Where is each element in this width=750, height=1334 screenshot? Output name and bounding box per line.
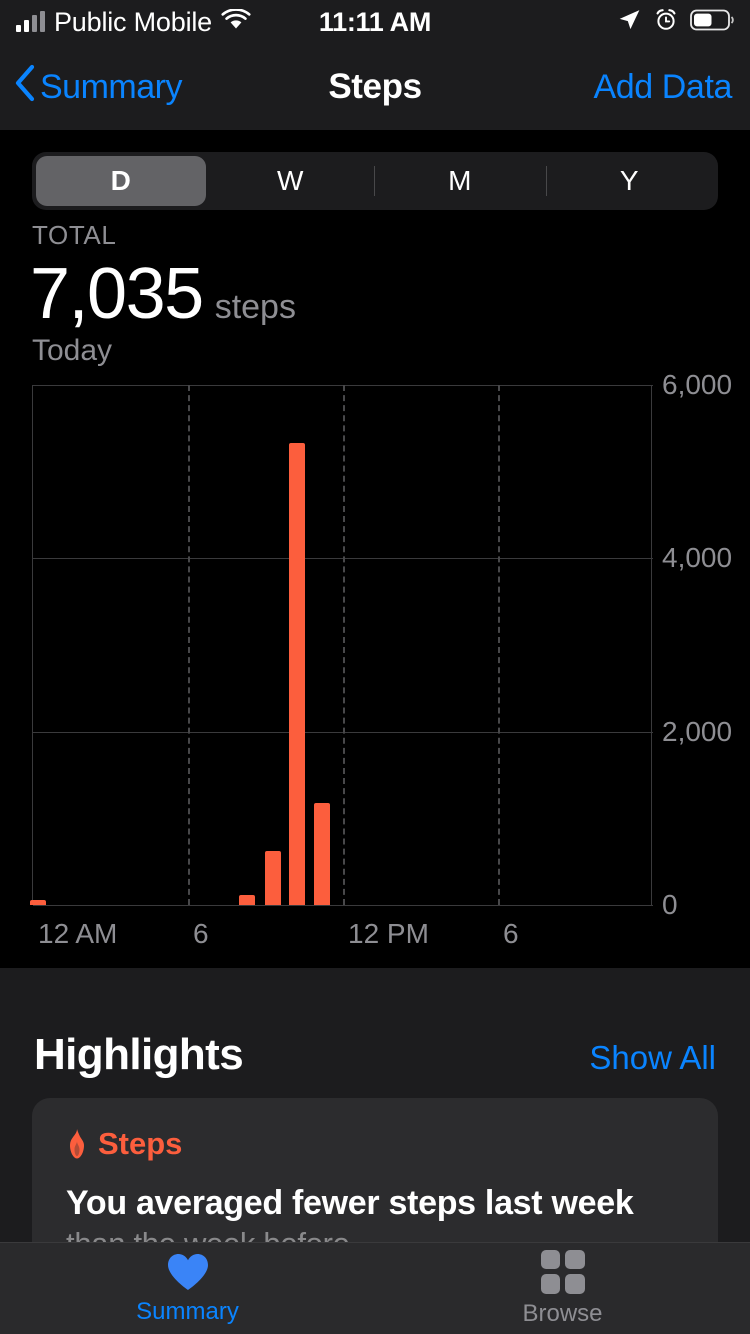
segment-week[interactable]: W — [206, 156, 376, 206]
total-value: 7,035 — [30, 254, 204, 334]
tab-browse-label: Browse — [522, 1299, 603, 1327]
chart-bar[interactable] — [239, 895, 256, 905]
segment-divider — [374, 166, 375, 196]
status-bar-right — [617, 7, 736, 37]
tab-bar: Summary Browse — [0, 1242, 750, 1334]
segment-divider — [546, 166, 547, 196]
health-steps-screen: Public Mobile 11:11 AM Summary Steps Add… — [0, 0, 750, 1334]
navigation-bar: Summary Steps Add Data — [0, 44, 750, 130]
chart-y-tick-label: 2,000 — [662, 715, 733, 747]
total-row: 7,035 steps — [30, 258, 296, 330]
total-unit: steps — [214, 288, 296, 326]
heart-icon — [166, 1252, 210, 1292]
grid-squares-icon — [540, 1249, 585, 1294]
tab-browse[interactable]: Browse — [375, 1243, 750, 1334]
time-range-segmented-control[interactable]: D W M Y — [32, 152, 718, 210]
total-label: TOTAL — [32, 220, 117, 250]
battery-icon — [690, 8, 736, 37]
chart-x-tick-label: 6 — [193, 918, 209, 949]
highlight-category: Steps — [66, 1126, 182, 1162]
status-bar: Public Mobile 11:11 AM — [0, 0, 750, 44]
segment-day[interactable]: D — [36, 156, 206, 206]
chart-bar[interactable] — [288, 443, 305, 905]
chart-bar[interactable] — [314, 802, 331, 905]
show-all-button[interactable]: Show All — [589, 1039, 716, 1077]
chart-bar[interactable] — [265, 851, 282, 905]
chart-x-tick-label: 6 — [503, 918, 519, 949]
highlight-headline: You averaged fewer steps last week — [66, 1184, 634, 1222]
chart-x-tick-label: 12 PM — [348, 918, 429, 949]
highlights-header: Highlights Show All — [0, 1030, 750, 1080]
chart-plot-area — [30, 385, 653, 906]
location-arrow-icon — [617, 7, 642, 37]
alarm-clock-icon — [654, 8, 678, 37]
chart-gridline-vertical — [188, 385, 190, 905]
tab-summary-label: Summary — [136, 1297, 239, 1325]
segment-year[interactable]: Y — [545, 156, 715, 206]
add-data-button[interactable]: Add Data — [593, 68, 732, 107]
total-date: Today — [32, 334, 113, 367]
chart-gridline-vertical — [343, 385, 345, 905]
steps-bar-chart[interactable]: 6,000 4,000 2,000 0 12 AM 6 12 PM 6 — [0, 369, 750, 968]
chart-x-tick-label: 12 AM — [38, 918, 118, 949]
highlight-category-label: Steps — [98, 1126, 183, 1161]
chart-y-tick-label: 0 — [662, 889, 678, 920]
chart-bar[interactable] — [30, 899, 47, 905]
chart-y-tick-label: 6,000 — [662, 369, 733, 400]
flame-icon — [66, 1129, 88, 1159]
tab-summary[interactable]: Summary — [0, 1243, 375, 1334]
chart-gridline-vertical — [498, 385, 500, 905]
chart-y-tick-label: 4,000 — [662, 542, 733, 574]
highlights-title: Highlights — [34, 1030, 244, 1079]
chart-gridline-horizontal — [33, 905, 653, 906]
segment-month[interactable]: M — [375, 156, 545, 206]
